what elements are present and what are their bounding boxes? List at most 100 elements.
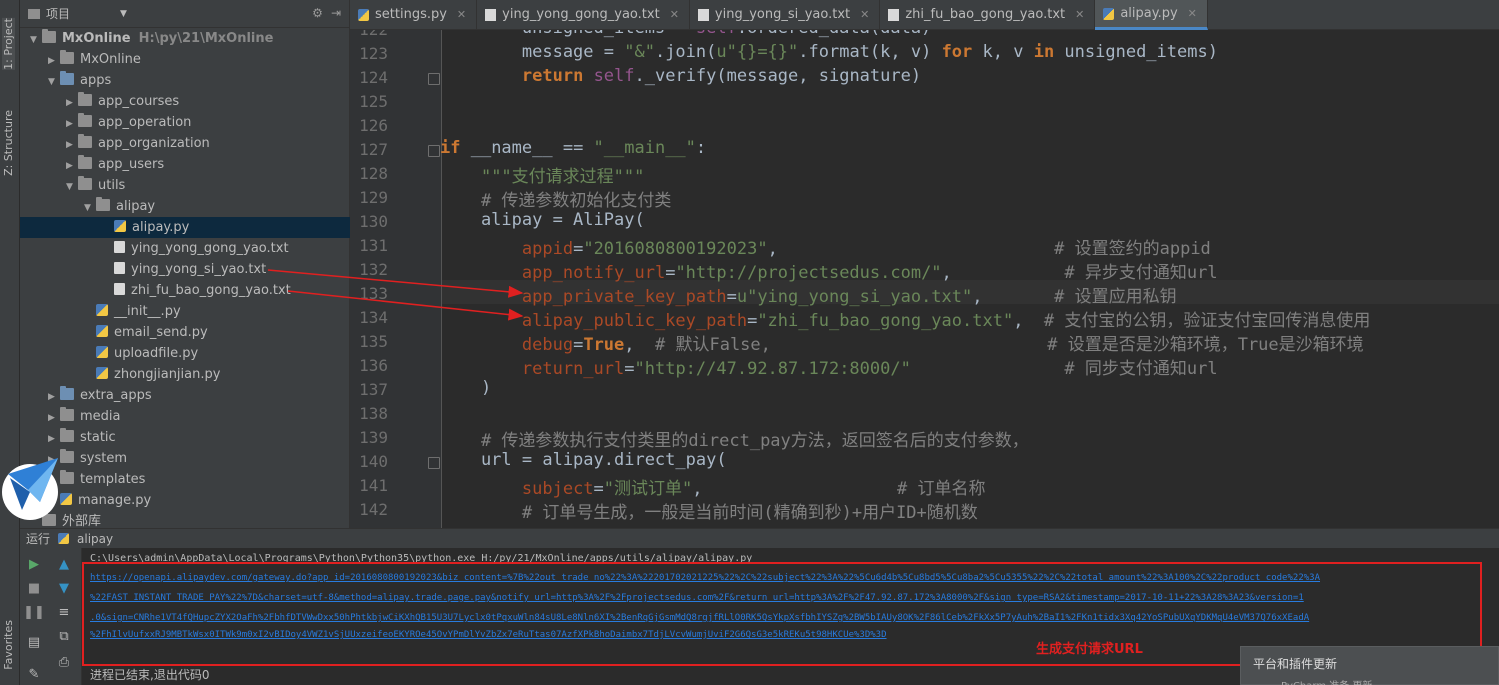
update-notification[interactable]: 平台和插件更新 PyCharm 准备 更新 xyxy=(1240,646,1499,685)
expand-arrow-icon[interactable]: ▼ xyxy=(66,177,78,198)
fold-marker-icon[interactable] xyxy=(428,145,440,157)
tree-item[interactable]: zhongjianjian.py xyxy=(20,364,350,385)
project-tool-tab[interactable]: 1: Project xyxy=(2,18,15,70)
run-config-name[interactable]: alipay xyxy=(77,532,113,546)
line-number: 139 xyxy=(359,428,388,447)
console-url-line[interactable]: %2FhIlvUufxxRJ9MBTkWsx0ITWk9m0xI2vBIDoy4… xyxy=(90,630,887,640)
python-file-icon xyxy=(1103,7,1115,20)
tree-item[interactable]: manage.py xyxy=(20,490,350,511)
code-line[interactable]: message = "&".join(u"{}={}".format(k, v)… xyxy=(440,42,1218,62)
layout-icon[interactable]: ▤ xyxy=(26,634,42,650)
code-line[interactable]: debug=True, # 默认False, # 设置是否是沙箱环境，True是… xyxy=(440,330,1364,355)
collapse-arrow-icon[interactable]: ▶ xyxy=(66,93,78,114)
code-editor[interactable]: 122 123 124 125 126 127 128 129 130 131 132 133 134 1… xyxy=(350,30,1499,528)
code-line[interactable]: appid="2016080800192023", # 设置签约的appid xyxy=(440,234,1211,259)
fold-marker-icon[interactable] xyxy=(428,73,440,85)
expand-arrow-icon[interactable]: ▼ xyxy=(84,198,96,219)
project-panel-title[interactable]: 项目 xyxy=(46,5,70,22)
structure-tool-tab[interactable]: Z: Structure xyxy=(2,110,15,176)
pin-tab-icon[interactable]: ⧉ xyxy=(56,628,72,644)
code-line[interactable]: app_private_key_path=u"ying_yong_si_yao.… xyxy=(440,282,1177,307)
hide-panel-icon[interactable]: ⇥ xyxy=(331,6,341,20)
collapse-arrow-icon[interactable]: ▶ xyxy=(48,408,60,429)
print-icon[interactable]: ⎙ xyxy=(56,654,72,670)
editor-tab[interactable]: alipay.py ✕ xyxy=(1095,0,1208,30)
favorites-tool-tab[interactable]: Favorites xyxy=(2,620,15,670)
tree-item[interactable]: ▶ app_operation xyxy=(20,112,350,133)
tree-item-label: app_users xyxy=(98,157,165,172)
close-tab-icon[interactable]: ✕ xyxy=(860,0,869,30)
code-line[interactable]: subject="测试订单", # 订单名称 xyxy=(440,474,986,499)
collapse-arrow-icon[interactable]: ▶ xyxy=(66,135,78,156)
tree-item[interactable]: email_send.py xyxy=(20,322,350,343)
tree-item[interactable]: ▶ extra_apps xyxy=(20,385,350,406)
code-line[interactable]: # 传递参数执行支付类里的direct_pay方法，返回签名后的支付参数， xyxy=(440,426,1029,451)
scroll-down-icon[interactable]: ▼ xyxy=(56,580,72,596)
collapse-arrow-icon[interactable]: ▶ xyxy=(66,114,78,135)
editor-tab[interactable]: ying_yong_si_yao.txt ✕ xyxy=(690,0,881,30)
tree-item[interactable]: ▶ app_users xyxy=(20,154,350,175)
collapse-arrow-icon[interactable]: ▶ xyxy=(48,429,60,450)
code-line[interactable]: """支付请求过程""" xyxy=(440,162,644,187)
tree-item[interactable]: ▼ apps xyxy=(20,70,350,91)
editor-tab[interactable]: ying_yong_gong_yao.txt ✕ xyxy=(477,0,690,30)
code-line[interactable]: url = alipay.direct_pay( xyxy=(440,450,727,470)
tree-item[interactable]: ▶ system xyxy=(20,448,350,469)
notification-subtitle[interactable]: PyCharm 准备 更新 xyxy=(1281,677,1372,685)
line-number: 136 xyxy=(359,356,388,375)
code-line[interactable]: alipay_public_key_path="zhi_fu_bao_gong_… xyxy=(440,306,1371,331)
tree-item[interactable]: alipay.py xyxy=(20,217,350,238)
tree-item[interactable]: ▼ utils xyxy=(20,175,350,196)
code-line[interactable]: unsigned_items = self.ordered_data(data) xyxy=(440,30,931,38)
project-view-dropdown-icon[interactable]: ▼ xyxy=(120,9,127,19)
settings-gear-icon[interactable]: ⚙ xyxy=(312,6,323,20)
tree-item[interactable]: zhi_fu_bao_gong_yao.txt xyxy=(20,280,350,301)
expand-arrow-icon[interactable]: ▼ xyxy=(30,30,42,51)
code-line[interactable]: ) xyxy=(440,378,491,398)
tree-item[interactable]: ▶ MxOnline xyxy=(20,49,350,70)
tree-item[interactable]: ying_yong_gong_yao.txt xyxy=(20,238,350,259)
text-file-icon xyxy=(114,241,125,253)
line-number: 137 xyxy=(359,380,388,399)
tree-item[interactable]: ▶ app_courses xyxy=(20,91,350,112)
editor-tab[interactable]: settings.py ✕ xyxy=(350,0,478,30)
fold-marker-icon[interactable] xyxy=(428,457,440,469)
tree-item[interactable]: ▶templates xyxy=(20,469,350,490)
code-line[interactable]: # 传递参数初始化支付类 xyxy=(440,186,671,211)
close-tab-icon[interactable]: ✕ xyxy=(457,0,466,30)
console-url-line[interactable]: https://openapi.alipaydev.com/gateway.do… xyxy=(90,573,1320,583)
collapse-arrow-icon[interactable]: ▶ xyxy=(48,387,60,408)
code-line[interactable]: return self._verify(message, signature) xyxy=(440,66,921,86)
code-line[interactable]: # 订单号生成，一般是当前时间(精确到秒)+用户ID+随机数 xyxy=(440,498,978,523)
pin-icon[interactable]: ✎ xyxy=(26,666,42,682)
tree-item[interactable]: ▶ static xyxy=(20,427,350,448)
code-line[interactable]: return_url="http://47.92.87.172:8000/" #… xyxy=(440,354,1218,379)
tree-item[interactable]: ying_yong_si_yao.txt xyxy=(20,259,350,280)
console-url-line[interactable]: %22FAST_INSTANT_TRADE_PAY%22%7D&charset=… xyxy=(90,593,1304,603)
code-line[interactable]: alipay = AliPay( xyxy=(440,210,645,230)
stop-icon[interactable]: ■ xyxy=(26,580,42,596)
tree-item[interactable]: uploadfile.py xyxy=(20,343,350,364)
close-tab-icon[interactable]: ✕ xyxy=(1188,0,1197,29)
close-tab-icon[interactable]: ✕ xyxy=(670,0,679,30)
scroll-up-icon[interactable]: ▲ xyxy=(56,556,72,572)
editor-tab[interactable]: zhi_fu_bao_gong_yao.txt ✕ xyxy=(880,0,1096,30)
soft-wrap-icon[interactable]: ≡ xyxy=(56,604,72,620)
tree-item[interactable]: ▼ alipay xyxy=(20,196,350,217)
tree-item[interactable]: __init__.py xyxy=(20,301,350,322)
code-line[interactable]: app_notify_url="http://projectsedus.com/… xyxy=(440,258,1218,283)
collapse-arrow-icon[interactable]: ▶ xyxy=(48,51,60,72)
rerun-icon[interactable]: ▶ xyxy=(26,556,42,572)
text-file-icon xyxy=(114,283,125,295)
expand-arrow-icon[interactable]: ▼ xyxy=(48,72,60,93)
code-line[interactable]: if __name__ == "__main__": xyxy=(440,138,706,158)
pause-icon[interactable]: ❚❚ xyxy=(23,604,45,620)
folder-icon xyxy=(78,92,92,106)
tree-item[interactable]: ▼ MxOnline H:\py\21\MxOnline xyxy=(20,28,350,49)
tree-item[interactable]: ▶ app_organization xyxy=(20,133,350,154)
console-url-line[interactable]: .0&sign=CNRhe1VT4fQHupcZYX2OaFh%2FbhfDTV… xyxy=(90,613,1309,623)
close-tab-icon[interactable]: ✕ xyxy=(1075,0,1084,30)
line-number: 124 xyxy=(359,68,388,87)
collapse-arrow-icon[interactable]: ▶ xyxy=(66,156,78,177)
tree-item[interactable]: ▶ media xyxy=(20,406,350,427)
